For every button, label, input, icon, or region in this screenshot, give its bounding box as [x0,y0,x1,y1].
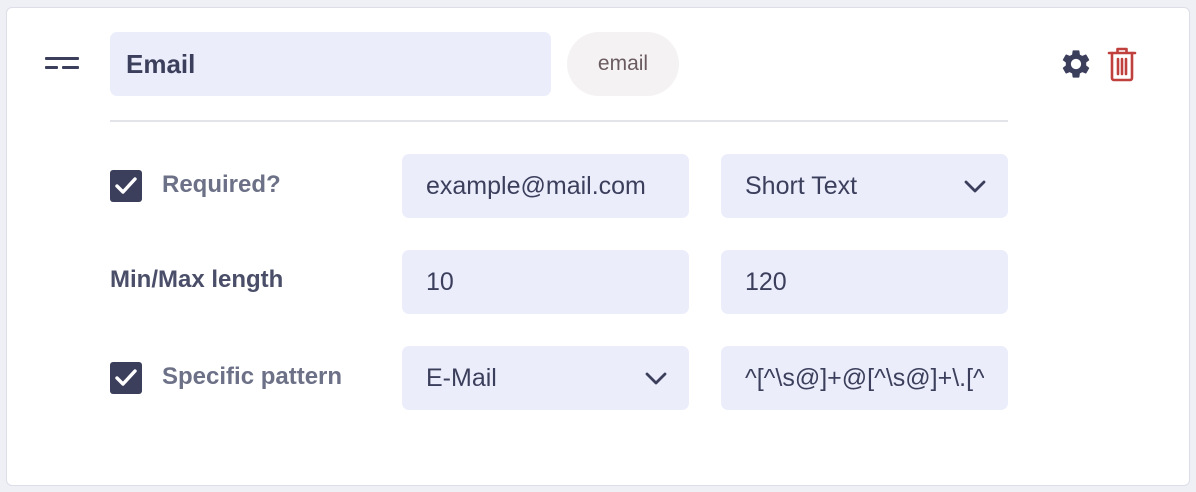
pattern-preset-select[interactable]: E-Mail [402,346,689,410]
divider [110,120,1008,122]
min-length-input[interactable] [402,250,689,314]
specific-pattern-checkbox[interactable] [110,362,142,394]
chevron-down-icon [964,180,986,193]
chevron-down-icon [645,372,667,385]
trash-icon[interactable] [1106,46,1138,82]
pattern-preset-value: E-Mail [426,363,497,392]
drag-handle-icon[interactable] [45,55,79,75]
placeholder-input[interactable] [402,154,689,218]
gear-icon[interactable] [1059,47,1093,81]
pattern-regex-input[interactable] [721,346,1008,410]
field-name-input[interactable] [110,32,551,96]
check-icon [115,177,137,194]
required-checkbox[interactable] [110,170,142,202]
check-icon [115,369,137,386]
field-type-select[interactable]: Short Text [721,154,1008,218]
required-label: Required? [162,171,281,198]
specific-pattern-label: Specific pattern [162,363,343,390]
field-slug-badge: email [567,32,679,96]
max-length-input[interactable] [721,250,1008,314]
min-max-length-label: Min/Max length [110,266,284,293]
field-type-value: Short Text [745,171,858,200]
